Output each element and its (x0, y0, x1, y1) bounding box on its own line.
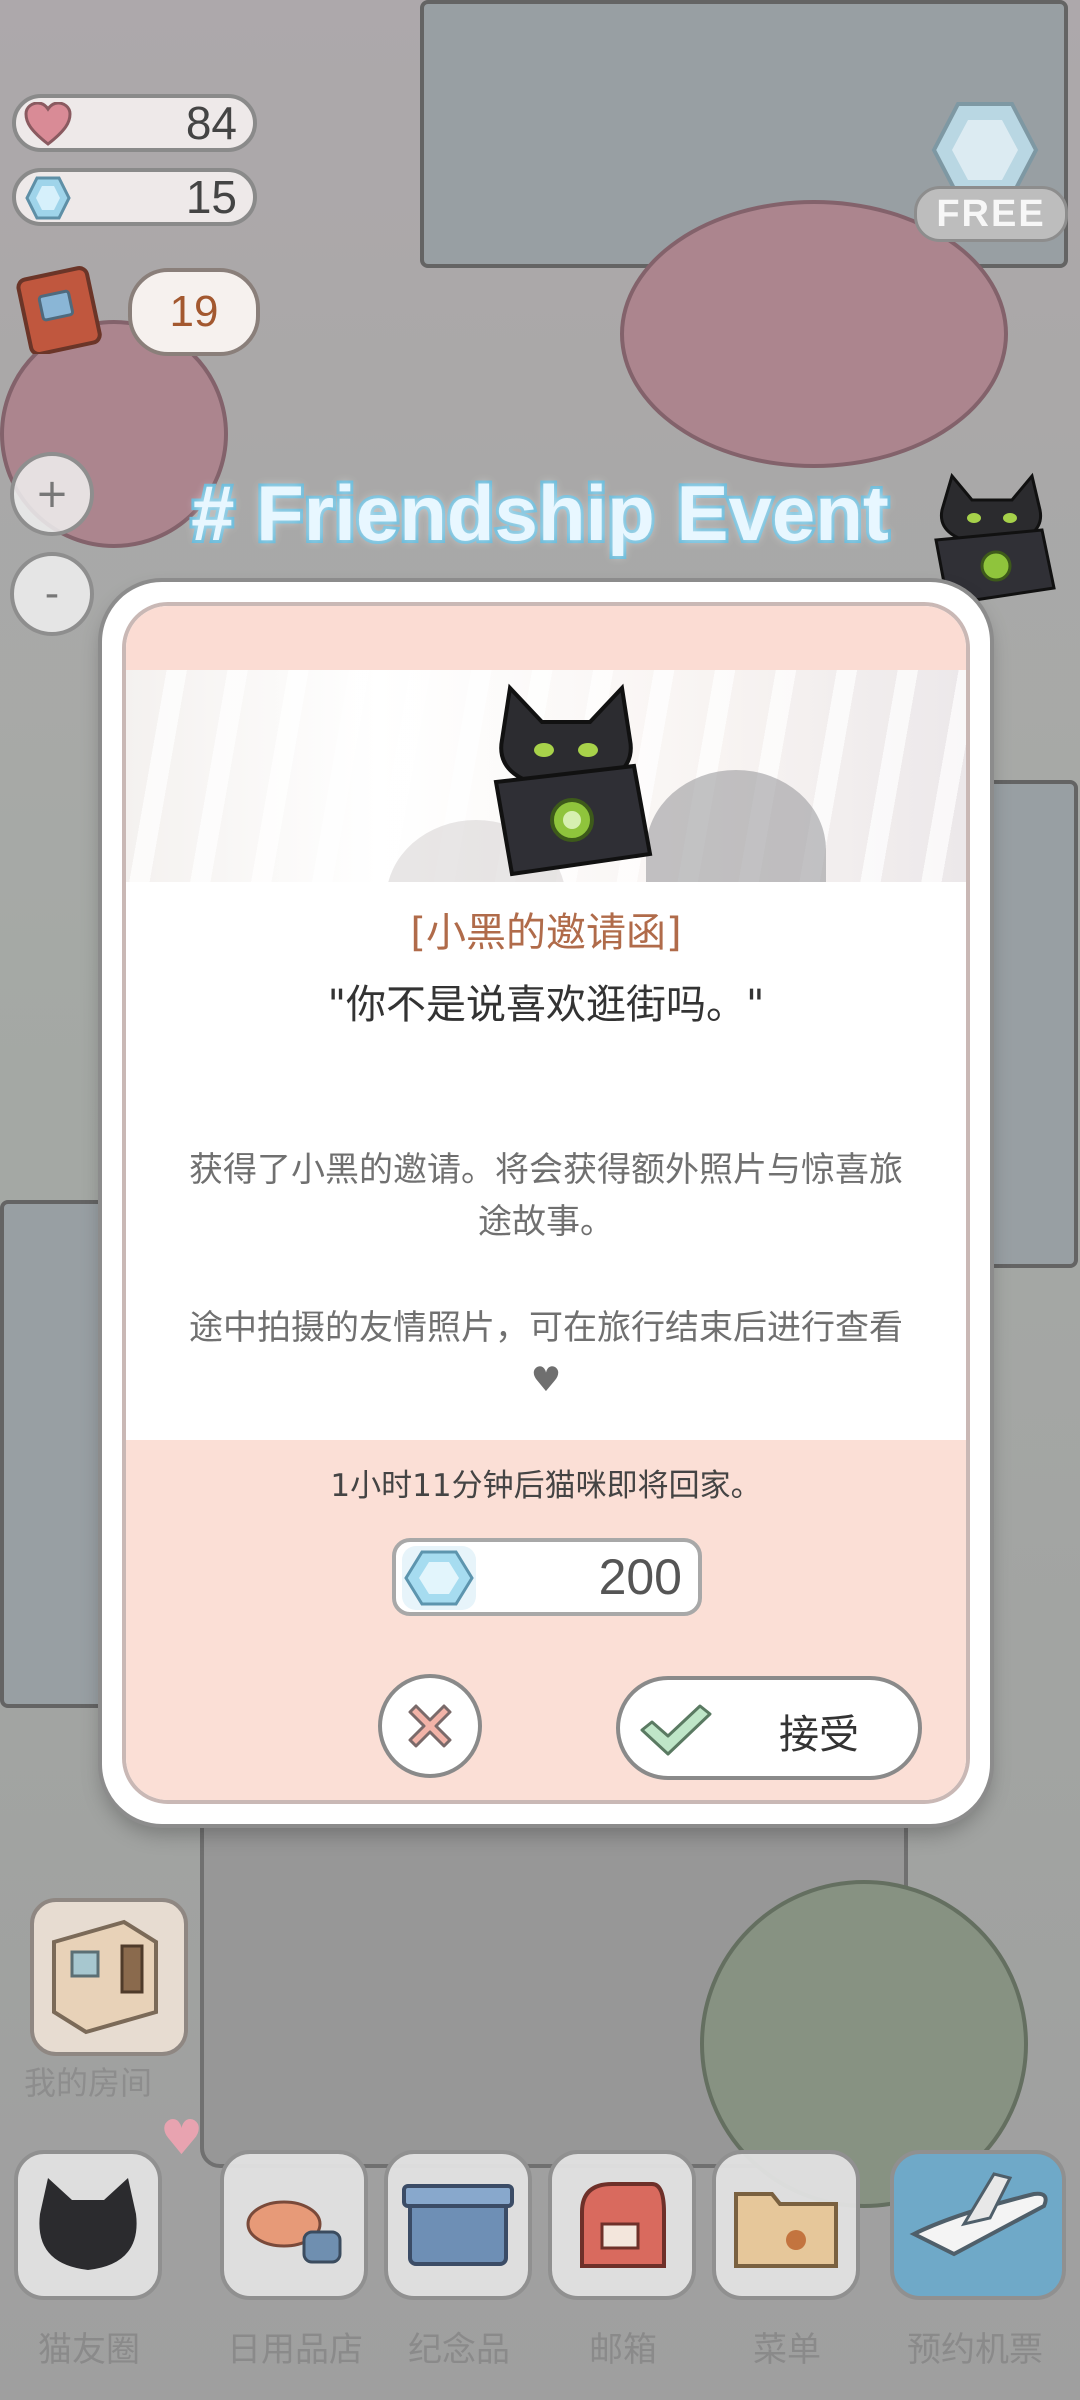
invitation-title: [小黑的邀请函] (410, 910, 682, 956)
nav-mailbox[interactable] (548, 2150, 696, 2300)
my-room-label: 我的房间 (24, 2064, 153, 2102)
nav-label-book-flight: 预约机票 (907, 2330, 1043, 2370)
heart-icon: ♥ (160, 2110, 204, 2166)
free-label-text: FREE (936, 192, 1046, 235)
zoom-out-button[interactable]: - (10, 552, 94, 636)
nav-label-menu: 菜单 (753, 2330, 821, 2370)
minus-icon: - (44, 571, 60, 617)
invitation-description: 获得了小黑的邀请。将会获得额外照片与惊喜旅 途故事。 (146, 1144, 946, 1248)
check-icon (640, 1704, 712, 1756)
close-icon (408, 1704, 452, 1748)
friendship-event-title: # Friendship Event (188, 466, 892, 560)
nav-label-souvenirs: 纪念品 (408, 2330, 510, 2370)
accept-label: 接受 (779, 1712, 859, 1758)
dialog-banner (126, 670, 966, 882)
dialog-frame: [小黑的邀请函] "你不是说喜欢逛街吗。" 获得了小黑的邀请。将会获得额外照片与… (122, 602, 970, 1804)
nav-menu[interactable] (712, 2150, 860, 2300)
nav-cat-friends[interactable] (14, 2150, 162, 2300)
photo-note: 途中拍摄的友情照片，可在旅行结束后进行查看 ♥ (146, 1302, 946, 1406)
notification-bubble[interactable]: 19 (128, 268, 260, 356)
nav-shop[interactable] (220, 2150, 368, 2300)
cost-value: 200 (598, 1549, 682, 1605)
nav-book-flight[interactable] (890, 2150, 1066, 2300)
nav-label-shop: 日用品店 (227, 2330, 363, 2370)
nav-label-cat-friends: 猫友圈 (38, 2330, 140, 2370)
shop-icon (246, 2200, 342, 2264)
dialog-header-band (126, 606, 966, 670)
bottom-navigation: ♥ 猫友圈 日用品店 纪念品 邮箱 菜单 预约机票 (0, 2110, 1080, 2400)
cat-quote: "你不是说喜欢逛街吗。" (327, 982, 765, 1028)
my-room-button[interactable] (30, 1898, 188, 2056)
mailbox-icon (580, 2182, 666, 2268)
black-cat-envelope-icon (466, 670, 666, 880)
gem-icon (24, 176, 72, 220)
album-book-icon[interactable] (16, 258, 112, 356)
desc-line-1: 获得了小黑的邀请。将会获得额外照片与惊喜旅 (189, 1150, 903, 1190)
menu-folder-icon (734, 2192, 838, 2268)
gem-cost: 200 (392, 1538, 702, 1616)
gems-value: 15 (185, 171, 237, 223)
invitation-dialog: [小黑的邀请函] "你不是说喜欢逛街吗。" 获得了小黑的邀请。将会获得额外照片与… (102, 582, 990, 1824)
souvenir-box-icon (402, 2184, 514, 2266)
gems-counter: 15 (12, 168, 257, 226)
bubble-count: 19 (169, 287, 219, 336)
decline-button[interactable] (378, 1674, 482, 1778)
gem-icon (402, 1546, 476, 1610)
desc-line-2: 途故事。 (478, 1202, 614, 1242)
accept-button[interactable]: 接受 (616, 1676, 922, 1780)
desc-line-3: 途中拍摄的友情照片，可在旅行结束后进行查看 (189, 1308, 903, 1348)
return-timer: 1小时11分钟后猫咪即将回家。 (330, 1468, 762, 1504)
airplane-icon (909, 2172, 1048, 2257)
cat-circle-icon (39, 2178, 137, 2270)
room-icon (52, 1919, 158, 2035)
hearts-value: 84 (185, 97, 237, 149)
heart-icon-small: ♥ (530, 1360, 562, 1400)
hearts-counter: 84 (12, 94, 257, 152)
free-button[interactable]: FREE (914, 186, 1068, 242)
heart-icon (24, 102, 72, 146)
nav-souvenirs[interactable] (384, 2150, 532, 2300)
nav-label-mailbox: 邮箱 (589, 2330, 657, 2370)
